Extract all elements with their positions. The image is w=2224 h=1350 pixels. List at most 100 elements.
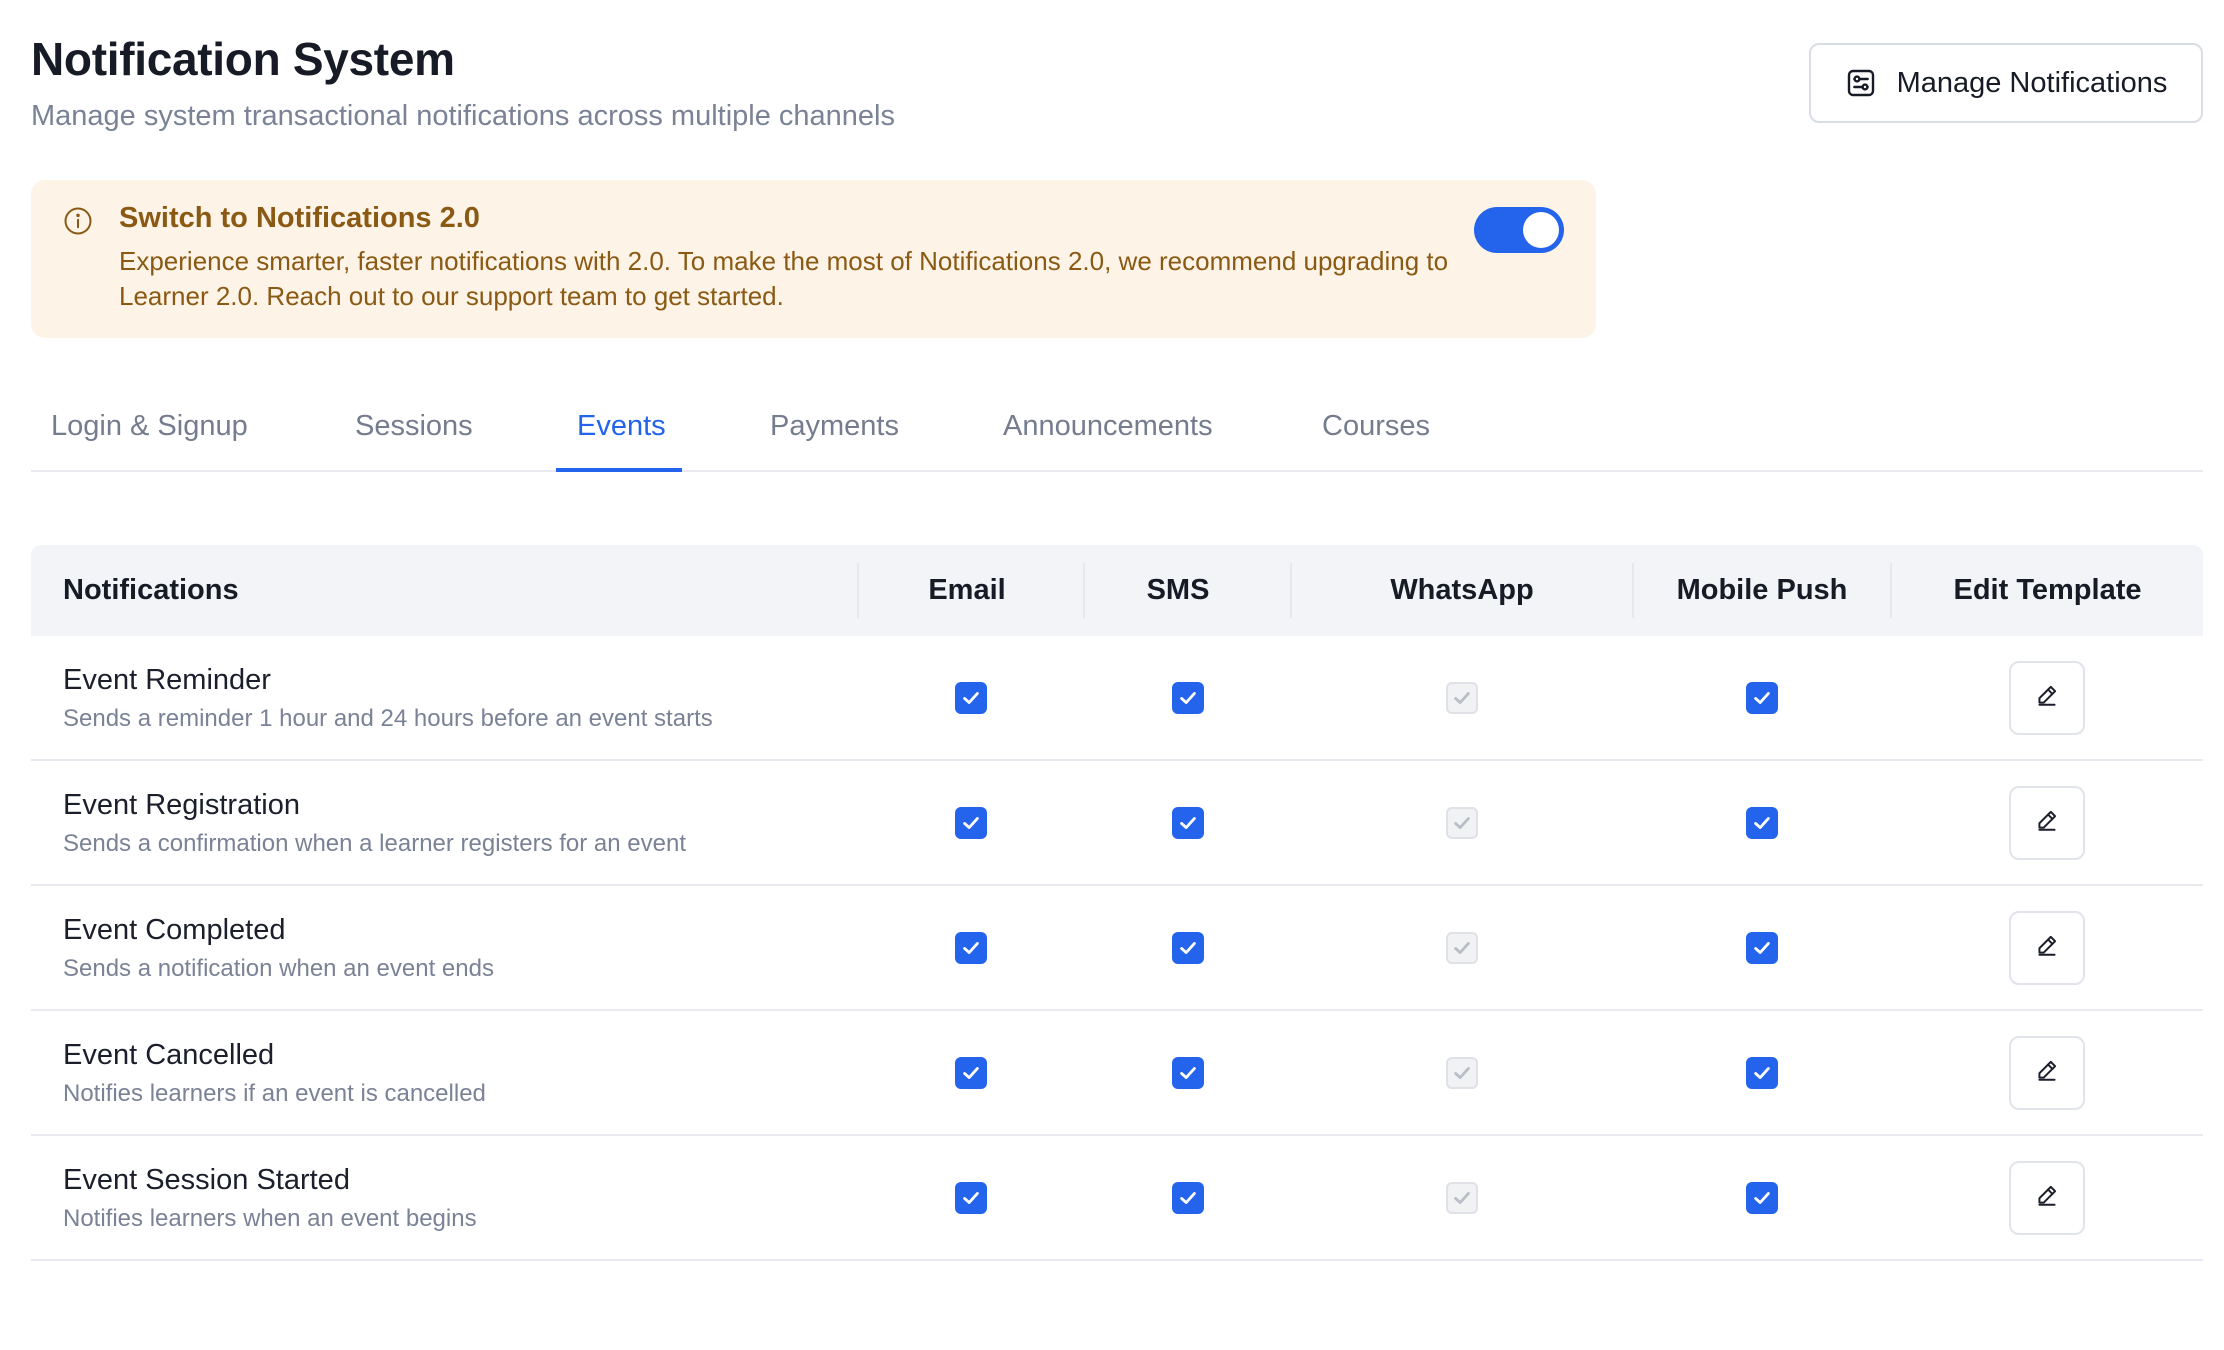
column-header-whatsapp: WhatsApp bbox=[1390, 574, 1534, 606]
notification-description: Notifies learners if an event is cancell… bbox=[63, 1080, 486, 1107]
edit-template-cell bbox=[1987, 1136, 2107, 1259]
tab-announcements[interactable]: Announcements bbox=[1003, 410, 1213, 443]
table-header: Notifications Email SMS WhatsApp Mobile … bbox=[31, 545, 2203, 636]
category-tabs: Login & Signup Sessions Events Payments … bbox=[31, 380, 2203, 472]
edit-template-cell bbox=[1987, 761, 2107, 884]
active-tab-indicator bbox=[556, 468, 682, 472]
manage-notifications-label: Manage Notifications bbox=[1896, 66, 2168, 99]
tab-sessions[interactable]: Sessions bbox=[355, 410, 473, 443]
table-row: Event Cancelled Notifies learners if an e… bbox=[31, 1011, 2203, 1136]
whatsapp-checkbox bbox=[1446, 806, 1478, 839]
pencil-icon bbox=[2034, 932, 2060, 963]
column-header-edit-template: Edit Template bbox=[1953, 574, 2142, 606]
mobile-push-cell bbox=[1702, 886, 1822, 1009]
edit-template-cell bbox=[1987, 636, 2107, 759]
page-subtitle: Manage system transactional notification… bbox=[31, 100, 895, 132]
whatsapp-checkbox bbox=[1446, 931, 1478, 964]
column-header-mobile-push: Mobile Push bbox=[1676, 574, 1848, 606]
pencil-icon bbox=[2034, 1057, 2060, 1088]
email-cell bbox=[911, 886, 1031, 1009]
whatsapp-cell bbox=[1402, 761, 1522, 884]
mobile-push-cell bbox=[1702, 636, 1822, 759]
email-cell bbox=[911, 1136, 1031, 1259]
notification-name: Event Cancelled bbox=[63, 1039, 275, 1071]
notification-name: Event Registration bbox=[63, 789, 300, 821]
table-row: Event Registration Sends a confirmation w… bbox=[31, 761, 2203, 886]
toggle-knob bbox=[1523, 212, 1559, 248]
edit-template-button[interactable] bbox=[2009, 1160, 2085, 1235]
notifications-table: Notifications Email SMS WhatsApp Mobile … bbox=[31, 545, 2203, 1261]
notification-description: Sends a notification when an event ends bbox=[63, 955, 494, 982]
whatsapp-checkbox bbox=[1446, 681, 1478, 714]
settings-sliders-icon bbox=[1845, 67, 1877, 99]
sms-cell bbox=[1128, 1136, 1248, 1259]
notification-description: Sends a confirmation when a learner regi… bbox=[63, 830, 687, 857]
info-icon bbox=[63, 206, 93, 241]
email-checkbox[interactable] bbox=[955, 931, 987, 964]
notification-description: Sends a reminder 1 hour and 24 hours bef… bbox=[63, 705, 713, 732]
table-body: Event Reminder Sends a reminder 1 hour an… bbox=[31, 636, 2203, 1261]
column-header-sms: SMS bbox=[1146, 574, 1210, 606]
email-checkbox[interactable] bbox=[955, 1181, 987, 1214]
notifications-2-toggle[interactable] bbox=[1474, 207, 1564, 253]
table-row: Event Reminder Sends a reminder 1 hour an… bbox=[31, 636, 2203, 761]
pencil-icon bbox=[2034, 1182, 2060, 1213]
page-title: Notification System bbox=[31, 33, 455, 85]
email-checkbox[interactable] bbox=[955, 806, 987, 839]
sms-checkbox[interactable] bbox=[1172, 681, 1204, 714]
manage-notifications-button[interactable]: Manage Notifications bbox=[1809, 43, 2203, 123]
mobile-push-cell bbox=[1702, 1136, 1822, 1259]
whatsapp-cell bbox=[1402, 1136, 1522, 1259]
tab-events[interactable]: Events bbox=[577, 410, 666, 443]
whatsapp-cell bbox=[1402, 886, 1522, 1009]
tab-payments[interactable]: Payments bbox=[770, 410, 899, 443]
sms-checkbox[interactable] bbox=[1172, 1181, 1204, 1214]
sms-cell bbox=[1128, 761, 1248, 884]
banner-text: Experience smarter, faster notifications… bbox=[119, 246, 1449, 311]
edit-template-button[interactable] bbox=[2009, 1035, 2085, 1110]
pencil-icon bbox=[2034, 682, 2060, 713]
column-header-email: Email bbox=[928, 574, 1006, 606]
sms-checkbox[interactable] bbox=[1172, 931, 1204, 964]
email-checkbox[interactable] bbox=[955, 681, 987, 714]
page-header: Notification System Manage system transa… bbox=[31, 0, 2203, 170]
mobile-push-cell bbox=[1702, 761, 1822, 884]
email-cell bbox=[911, 761, 1031, 884]
tab-login-signup[interactable]: Login & Signup bbox=[51, 410, 248, 443]
pencil-icon bbox=[2034, 807, 2060, 838]
sms-cell bbox=[1128, 636, 1248, 759]
edit-template-cell bbox=[1987, 886, 2107, 1009]
notification-description: Notifies learners when an event begins bbox=[63, 1205, 477, 1232]
table-row: Event Session Started Notifies learners w… bbox=[31, 1136, 2203, 1261]
edit-template-button[interactable] bbox=[2009, 660, 2085, 735]
table-row: Event Completed Sends a notification when… bbox=[31, 886, 2203, 1011]
sms-cell bbox=[1128, 886, 1248, 1009]
email-checkbox[interactable] bbox=[955, 1056, 987, 1089]
mobile-push-checkbox[interactable] bbox=[1746, 806, 1778, 839]
mobile-push-checkbox[interactable] bbox=[1746, 681, 1778, 714]
whatsapp-cell bbox=[1402, 636, 1522, 759]
page: Notification System Manage system transa… bbox=[31, 0, 2203, 1261]
mobile-push-checkbox[interactable] bbox=[1746, 1056, 1778, 1089]
whatsapp-checkbox bbox=[1446, 1181, 1478, 1214]
edit-template-button[interactable] bbox=[2009, 910, 2085, 985]
notification-name: Event Completed bbox=[63, 914, 286, 946]
notification-name: Event Reminder bbox=[63, 664, 271, 696]
email-cell bbox=[911, 1011, 1031, 1134]
email-cell bbox=[911, 636, 1031, 759]
whatsapp-checkbox bbox=[1446, 1056, 1478, 1089]
tab-courses[interactable]: Courses bbox=[1322, 410, 1430, 443]
column-header-notifications: Notifications bbox=[63, 574, 239, 606]
sms-cell bbox=[1128, 1011, 1248, 1134]
edit-template-button[interactable] bbox=[2009, 785, 2085, 860]
mobile-push-checkbox[interactable] bbox=[1746, 1181, 1778, 1214]
whatsapp-cell bbox=[1402, 1011, 1522, 1134]
notifications-upgrade-banner: Switch to Notifications 2.0 Experience s… bbox=[31, 180, 1596, 338]
edit-template-cell bbox=[1987, 1011, 2107, 1134]
mobile-push-checkbox[interactable] bbox=[1746, 931, 1778, 964]
banner-title: Switch to Notifications 2.0 bbox=[119, 202, 480, 234]
notification-name: Event Session Started bbox=[63, 1164, 350, 1196]
sms-checkbox[interactable] bbox=[1172, 806, 1204, 839]
sms-checkbox[interactable] bbox=[1172, 1056, 1204, 1089]
mobile-push-cell bbox=[1702, 1011, 1822, 1134]
